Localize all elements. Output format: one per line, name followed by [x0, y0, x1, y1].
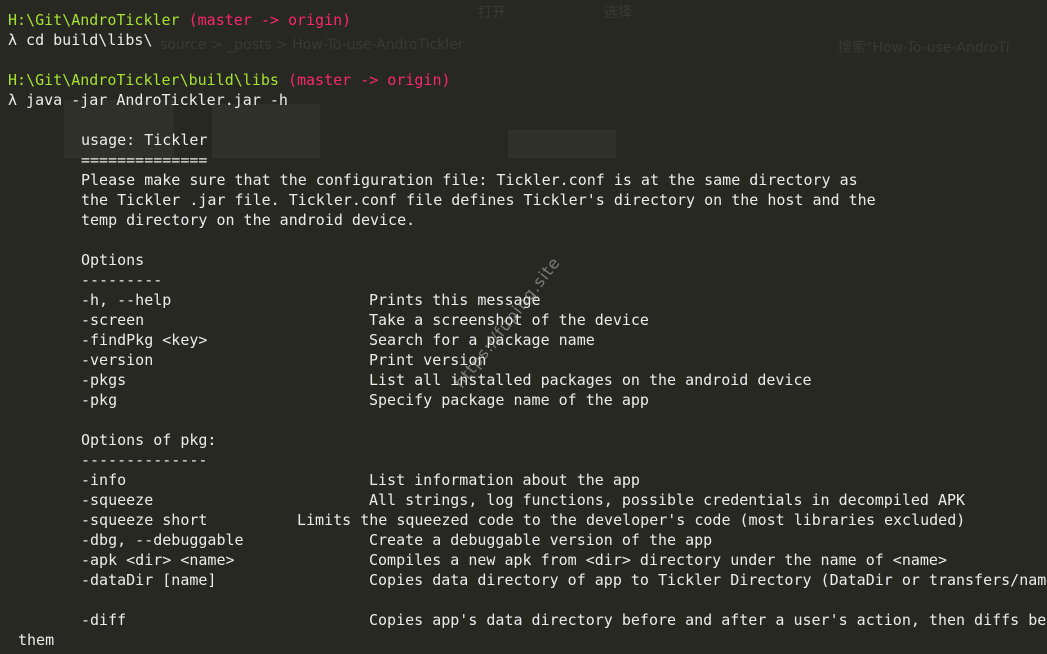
- prompt-branch: (master -> origin): [278, 71, 451, 89]
- pkg-option-flag: -apk <dir> <name>: [81, 551, 235, 569]
- prompt-path: H:\Git\AndroTickler: [8, 11, 180, 29]
- command-line: λ java -jar AndroTickler.jar -h: [8, 91, 288, 109]
- diff-desc-wrap: them: [18, 631, 55, 649]
- pkg-option-flag: -dbg, --debuggable: [81, 531, 244, 549]
- prompt-line: H:\Git\AndroTickler\build\libs (master -…: [8, 70, 451, 90]
- pkg-option-flag: -squeeze: [81, 491, 154, 509]
- pkg-option-desc: Limits the squeezed code to the develope…: [297, 511, 966, 529]
- usage-underline: ==============: [81, 151, 208, 169]
- prompt-path: H:\Git\AndroTickler\build\libs: [8, 71, 279, 89]
- options-heading: Options: [81, 251, 145, 269]
- option-flag: -screen: [81, 311, 145, 329]
- pkg-option-desc: Copies data directory of app to Tickler …: [369, 571, 1047, 589]
- pkg-option-desc: All strings, log functions, possible cre…: [369, 491, 966, 509]
- option-desc: Specify package name of the app: [369, 391, 649, 409]
- pkg-option-flag: -dataDir [name]: [81, 571, 217, 589]
- prompt-line: H:\Git\AndroTickler (master -> origin): [8, 10, 351, 30]
- usage-desc-line: the Tickler .jar file. Tickler.conf file…: [81, 191, 876, 209]
- command-line: λ cd build\libs\: [8, 31, 153, 49]
- diff-desc: Copies app's data directory before and a…: [369, 611, 1047, 629]
- usage-desc-line: Please make sure that the configuration …: [81, 171, 858, 189]
- pkg-options-underline: --------------: [81, 451, 208, 469]
- pkg-option-desc: Create a debuggable version of the app: [369, 531, 713, 549]
- option-flag: -version: [81, 351, 154, 369]
- usage-desc-line: temp directory on the android device.: [81, 211, 416, 229]
- prompt-branch: (master -> origin): [179, 11, 352, 29]
- terminal-window[interactable]: H:\Git\AndroTickler (master -> origin) λ…: [0, 0, 1047, 654]
- usage-title: usage: Tickler: [81, 131, 208, 149]
- option-flag: -pkgs: [81, 371, 127, 389]
- option-flag: -h, --help: [81, 291, 172, 309]
- pkg-option-flag: -info: [81, 471, 127, 489]
- option-flag: -findPkg <key>: [81, 331, 208, 349]
- pkg-option-flag: -squeeze short: [81, 511, 208, 529]
- option-desc: List all installed packages on the andro…: [369, 371, 812, 389]
- pkg-options-heading: Options of pkg:: [81, 431, 217, 449]
- pkg-option-desc: Compiles a new apk from <dir> directory …: [369, 551, 947, 569]
- options-underline: ---------: [81, 271, 163, 289]
- option-flag: -pkg: [81, 391, 118, 409]
- diff-flag: -diff: [81, 611, 127, 629]
- pkg-option-desc: List information about the app: [369, 471, 640, 489]
